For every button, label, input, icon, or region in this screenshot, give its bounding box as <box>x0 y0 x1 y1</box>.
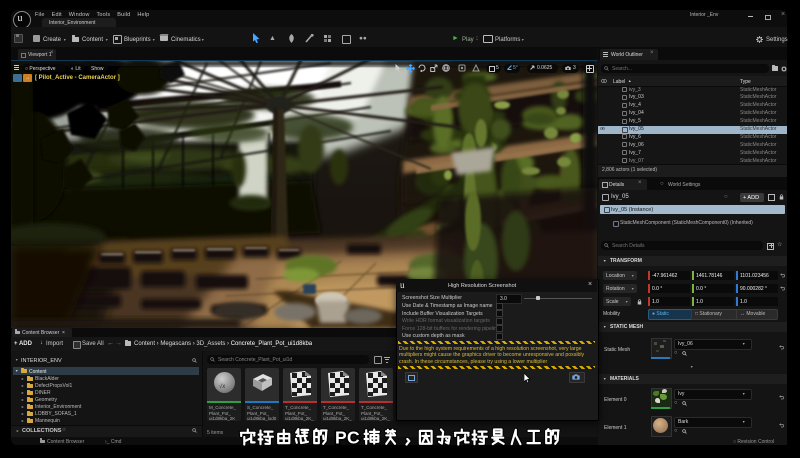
svg-text:P: P <box>335 428 347 448</box>
svg-text:C: C <box>347 428 360 448</box>
